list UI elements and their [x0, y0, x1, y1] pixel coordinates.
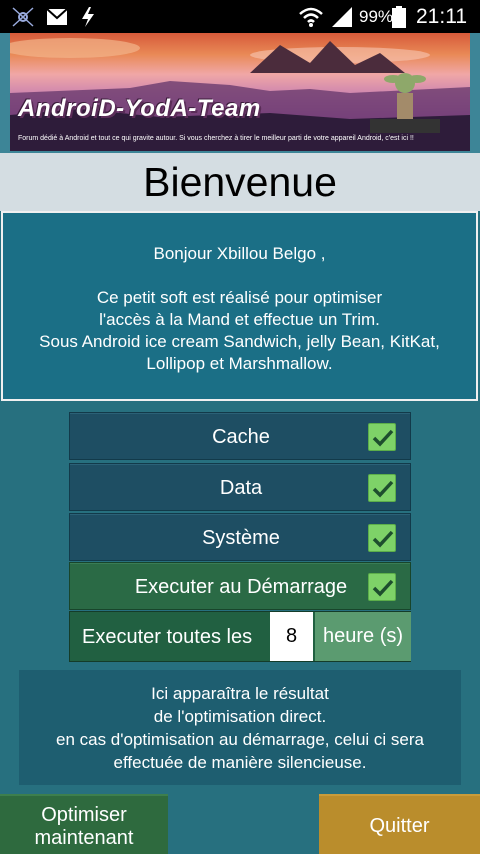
- optimize-now-button[interactable]: Optimiser maintenant: [0, 794, 168, 854]
- signal-icon: [332, 7, 352, 27]
- systeme-checkbox[interactable]: [368, 524, 396, 552]
- quit-button[interactable]: Quitter: [319, 794, 480, 854]
- result-line: effectuée de manière silencieuse.: [113, 753, 367, 772]
- option-data[interactable]: Data: [69, 463, 411, 511]
- startup-checkbox[interactable]: [368, 573, 396, 601]
- intro-line: Lollipop et Marshmallow.: [146, 354, 333, 373]
- intro-line: l'accès à la Mand et effectue un Trim.: [99, 310, 380, 329]
- interval-hours-input[interactable]: [270, 612, 313, 661]
- battery-icon: [392, 6, 406, 28]
- result-line: Ici apparaîtra le résultat: [151, 684, 329, 703]
- flash-icon: [82, 7, 94, 27]
- banner-title: AndroiD-YodA-Team: [18, 95, 261, 122]
- clock: 21:11: [416, 5, 467, 28]
- banner-image: AndroiD-YodA-Team Forum dédié à Android …: [10, 33, 470, 151]
- result-line: en cas d'optimisation au démarrage, celu…: [56, 730, 424, 749]
- banner-landscape: [10, 38, 470, 151]
- intro-line: Ce petit soft est réalisé pour optimiser: [96, 288, 383, 307]
- option-cache[interactable]: Cache: [69, 412, 411, 460]
- data-checkbox[interactable]: [368, 474, 396, 502]
- app-icon: [12, 7, 34, 27]
- wifi-icon: [299, 7, 323, 27]
- result-panel: Ici apparaîtra le résultat de l'optimisa…: [19, 670, 461, 785]
- banner: AndroiD-YodA-Team Forum dédié à Android …: [0, 33, 480, 153]
- battery-percent: 99%: [359, 7, 394, 26]
- checkmark-icon: [372, 579, 394, 597]
- optimize-label-line1: Optimiser: [41, 804, 127, 826]
- option-label: Système: [202, 527, 280, 549]
- interval-label: Executer toutes les: [82, 626, 253, 648]
- checkmark-icon: [372, 530, 394, 548]
- option-run-at-startup[interactable]: Executer au Démarrage: [69, 562, 411, 610]
- checkmark-icon: [372, 429, 394, 447]
- unit-button[interactable]: heure (s): [315, 612, 411, 661]
- gmail-icon: [46, 8, 68, 25]
- cache-checkbox[interactable]: [368, 423, 396, 451]
- interval-row: Executer toutes les heure (s): [69, 611, 411, 662]
- option-label: Executer au Démarrage: [134, 576, 348, 598]
- option-label: Cache: [212, 426, 270, 448]
- page-title: Bienvenue: [143, 159, 337, 205]
- banner-subtitle: Forum dédié à Android et tout ce qui gra…: [18, 135, 414, 142]
- result-line: de l'optimisation direct.: [153, 707, 327, 726]
- optimize-label-line2: maintenant: [34, 827, 134, 849]
- greeting-text: Bonjour Xbillou Belgo ,: [153, 244, 326, 263]
- option-systeme[interactable]: Système: [69, 513, 411, 561]
- option-label: Data: [219, 477, 263, 499]
- checkmark-icon: [372, 480, 394, 498]
- intro-panel: Bonjour Xbillou Belgo , Ce petit soft es…: [1, 211, 478, 401]
- intro-line: Sous Android ice cream Sandwich, jelly B…: [39, 332, 440, 351]
- status-bar: 99% 21:11: [0, 0, 480, 33]
- welcome-header: Bienvenue: [0, 153, 480, 211]
